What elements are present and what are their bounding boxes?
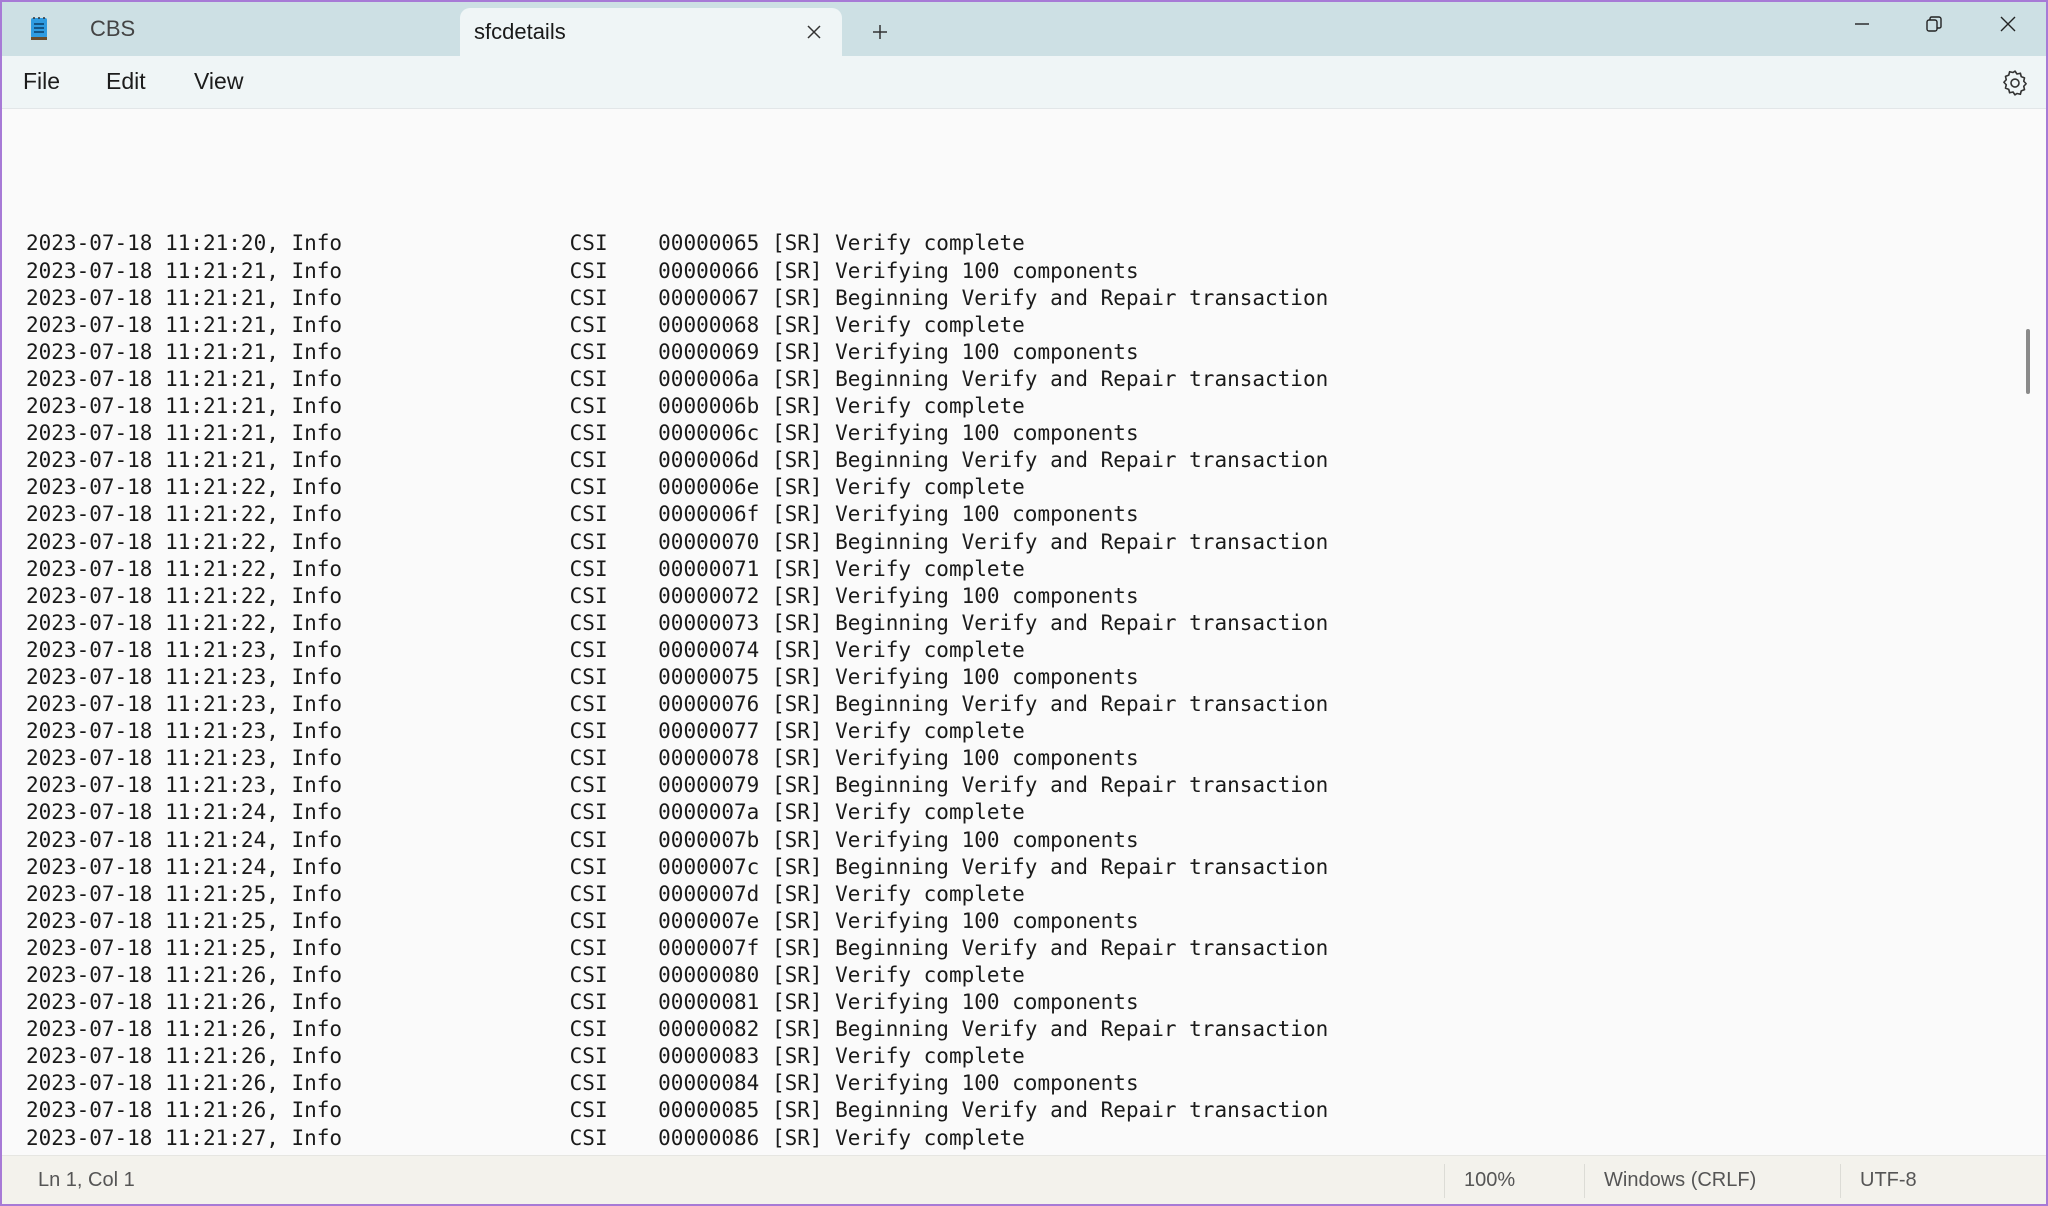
zoom-level[interactable]: 100% [1464,1169,1515,1192]
menu-view[interactable]: View [194,68,243,95]
text-line: 2023-07-18 11:21:22, Info CSI 00000071 [… [26,556,1025,581]
text-line: 2023-07-18 11:21:25, Info CSI 0000007f [… [26,935,1329,960]
gear-icon[interactable] [2000,68,2030,98]
minimize-icon [1855,23,1869,25]
text-line: 2023-07-18 11:21:25, Info CSI 0000007d [… [26,881,1025,906]
encoding[interactable]: UTF-8 [1860,1169,1917,1192]
vertical-scrollbar[interactable] [2026,329,2030,394]
text-line: 2023-07-18 11:21:23, Info CSI 00000077 [… [26,719,1025,744]
line-ending[interactable]: Windows (CRLF) [1604,1169,1756,1192]
text-line: 2023-07-18 11:21:24, Info CSI 0000007c [… [26,854,1329,879]
text-line: 2023-07-18 11:21:26, Info CSI 00000082 [… [26,1017,1329,1042]
text-line: 2023-07-18 11:21:25, Info CSI 0000007e [… [26,908,1139,933]
close-icon [807,25,821,39]
notepad-icon [31,17,47,40]
text-editor[interactable]: 2023-07-18 11:21:20, Info CSI 00000065 [… [2,109,2036,1155]
text-line: 2023-07-18 11:21:26, Info CSI 00000081 [… [26,990,1139,1015]
text-line: 2023-07-18 11:21:22, Info CSI 00000070 [… [26,529,1329,554]
notepad-window: CBS sfcdetails File Edit View 2023-07-18… [2,2,2046,1204]
status-bar: Ln 1, Col 1 100% Windows (CRLF) UTF-8 [2,1155,2046,1204]
tab-sfcdetails[interactable]: sfcdetails [460,8,842,56]
text-line: 2023-07-18 11:21:23, Info CSI 00000075 [… [26,664,1139,689]
tab-label: CBS [90,16,136,41]
tab-label: sfcdetails [474,19,566,44]
text-line: 2023-07-18 11:21:21, Info CSI 0000006c [… [26,421,1139,446]
restore-button[interactable] [1898,2,1970,46]
text-line: 2023-07-18 11:21:24, Info CSI 0000007b [… [26,827,1139,852]
text-line: 2023-07-18 11:21:22, Info CSI 0000006f [… [26,502,1139,527]
close-window-button[interactable] [1972,2,2044,46]
text-line: 2023-07-18 11:21:21, Info CSI 00000067 [… [26,285,1329,310]
text-line: 2023-07-18 11:21:21, Info CSI 00000069 [… [26,339,1139,364]
close-tab-button[interactable] [800,18,828,46]
text-line: 2023-07-18 11:21:21, Info CSI 00000068 [… [26,312,1025,337]
text-line: 2023-07-18 11:21:26, Info CSI 00000083 [… [26,1044,1025,1069]
text-line: 2023-07-18 11:21:23, Info CSI 00000078 [… [26,746,1139,771]
text-line: 2023-07-18 11:21:23, Info CSI 00000074 [… [26,637,1025,662]
text-line: 2023-07-18 11:21:26, Info CSI 00000085 [… [26,1098,1329,1123]
text-line: 2023-07-18 11:21:22, Info CSI 0000006e [… [26,475,1025,500]
text-line: 2023-07-18 11:21:24, Info CSI 0000007a [… [26,800,1025,825]
text-line: 2023-07-18 11:21:23, Info CSI 00000076 [… [26,692,1329,717]
status-divider [1584,1164,1585,1198]
text-line: 2023-07-18 11:21:26, Info CSI 00000080 [… [26,963,1025,987]
editor-lines: 2023-07-18 11:21:20, Info CSI 00000065 [… [26,109,1328,1155]
menu-edit[interactable]: Edit [106,68,146,95]
close-icon [2000,16,2016,32]
text-line-partial [26,149,1328,176]
text-line: 2023-07-18 11:21:20, Info CSI 00000065 [… [26,231,1025,256]
restore-icon [1926,16,1942,32]
plus-icon [873,25,887,39]
menu-file[interactable]: File [23,68,60,95]
text-line: 2023-07-18 11:21:22, Info CSI 00000072 [… [26,583,1139,608]
cursor-position: Ln 1, Col 1 [38,1169,135,1191]
status-divider [1840,1164,1841,1198]
text-line: 2023-07-18 11:21:22, Info CSI 00000073 [… [26,610,1329,635]
text-line: 2023-07-18 11:21:21, Info CSI 00000066 [… [26,258,1139,283]
text-line: 2023-07-18 11:21:23, Info CSI 00000079 [… [26,773,1329,798]
minimize-button[interactable] [1826,2,1898,46]
text-line: 2023-07-18 11:21:21, Info CSI 0000006a [… [26,366,1329,391]
menu-bar: File Edit View [2,56,2046,109]
title-bar: CBS sfcdetails [2,2,2046,56]
status-divider [1444,1164,1445,1198]
new-tab-button[interactable] [862,14,898,50]
text-line: 2023-07-18 11:21:26, Info CSI 00000084 [… [26,1071,1139,1096]
text-line: 2023-07-18 11:21:21, Info CSI 0000006d [… [26,448,1329,473]
tab-cbs[interactable]: CBS [62,2,462,56]
text-line: 2023-07-18 11:21:21, Info CSI 0000006b [… [26,394,1025,419]
text-line: 2023-07-18 11:21:27, Info CSI 00000086 [… [26,1125,1025,1150]
